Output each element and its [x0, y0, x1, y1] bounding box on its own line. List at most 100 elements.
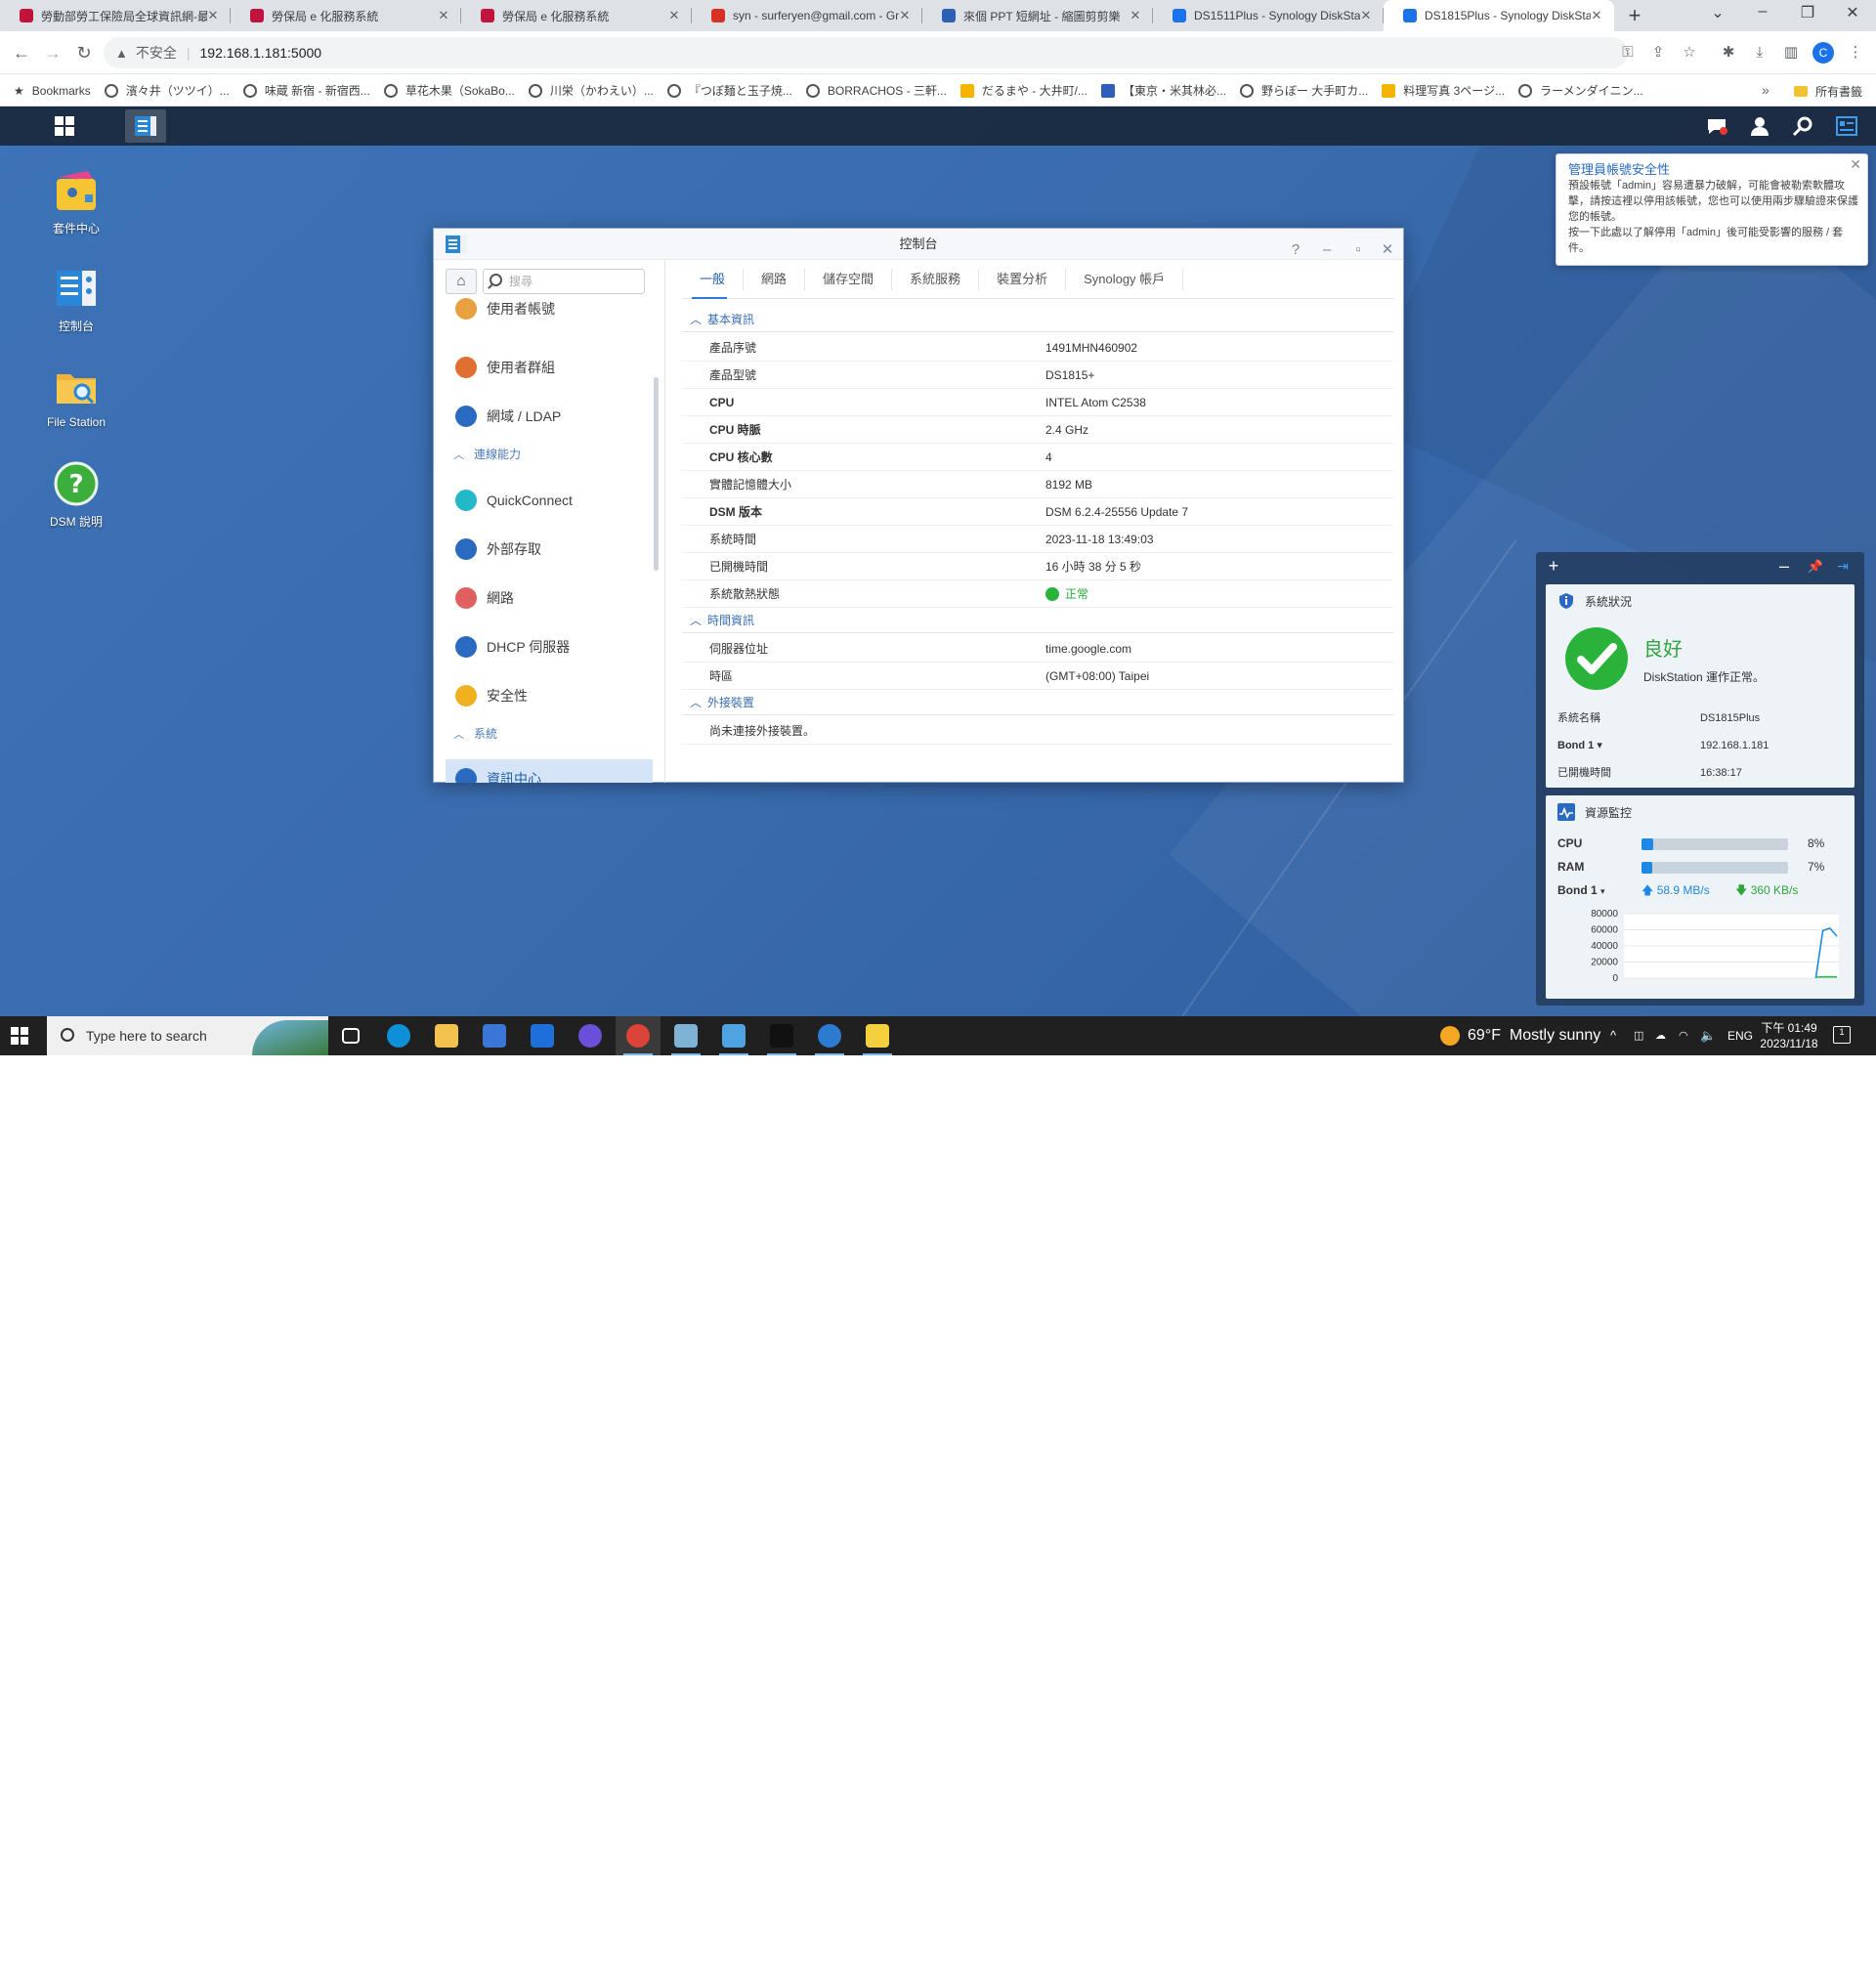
- browser-tab[interactable]: syn - surferyen@gmail.com - Gm ✕: [692, 0, 922, 31]
- main-menu-icon[interactable]: [47, 112, 82, 140]
- profile-avatar[interactable]: C: [1812, 42, 1834, 64]
- bookmark-item[interactable]: ★ Bookmarks: [14, 84, 91, 98]
- desktop-icon-file-station[interactable]: File Station: [29, 363, 123, 429]
- bookmark-item[interactable]: 【東京・米其林必...: [1100, 82, 1226, 99]
- tab-storage[interactable]: 儲存空間: [805, 268, 893, 290]
- extensions-icon[interactable]: ✱: [1718, 41, 1739, 64]
- desktop-icon-dsm-help[interactable]: ? DSM 說明: [29, 460, 123, 530]
- tab-close-icon[interactable]: ✕: [436, 8, 451, 23]
- browser-tab[interactable]: 勞保局 e 化服務系統 ✕: [231, 0, 461, 31]
- windows-start-icon[interactable]: [10, 1026, 29, 1046]
- bookmarks-overflow-button[interactable]: »: [1762, 82, 1769, 98]
- bookmark-item[interactable]: ラーメンダイニン...: [1518, 82, 1643, 99]
- bookmark-item[interactable]: 草花木果（SokaBo...: [383, 82, 515, 99]
- taskbar-app-button[interactable]: [711, 1016, 756, 1055]
- bookmark-item[interactable]: 『つぼ麺と玉子焼...: [666, 82, 792, 99]
- desktop-icon-package-center[interactable]: 套件中心: [29, 167, 123, 236]
- show-hidden-icons-chevron-icon[interactable]: ^: [1610, 1016, 1616, 1055]
- tab-synology-account[interactable]: Synology 帳戶: [1066, 268, 1184, 290]
- bookmark-item[interactable]: 濱々井（ツツイ）...: [104, 82, 230, 99]
- section-header[interactable]: ︿ 外接裝置: [682, 690, 1393, 715]
- bookmark-item[interactable]: だるまや - 大井町/...: [959, 82, 1087, 99]
- sidebar-item[interactable]: 外部存取: [446, 530, 653, 569]
- minimize-window-icon[interactable]: –: [1740, 3, 1785, 21]
- tab-close-icon[interactable]: ✕: [1128, 8, 1143, 23]
- sidebar-scrollbar[interactable]: [654, 377, 659, 571]
- onedrive-icon[interactable]: ☁: [1655, 1016, 1666, 1055]
- new-tab-button[interactable]: +: [1622, 3, 1647, 28]
- bookmark-item[interactable]: 野らぼー 大手町カ...: [1239, 82, 1368, 99]
- browser-tab[interactable]: DS1511Plus - Synology DiskStat ✕: [1153, 0, 1384, 31]
- warning-icon[interactable]: ▲: [115, 46, 128, 61]
- side-panel-icon[interactable]: ▥: [1780, 41, 1802, 64]
- tab-network[interactable]: 網路: [744, 268, 806, 290]
- admin-security-notification[interactable]: 管理員帳號安全性 ✕ 預設帳號「admin」容易遭暴力破解，可能會被勒索軟體攻擊…: [1556, 153, 1868, 266]
- desktop-icon-control-panel[interactable]: 控制台: [29, 265, 123, 334]
- tab-general[interactable]: 一般: [682, 268, 745, 290]
- tab-close-icon[interactable]: ✕: [897, 8, 913, 23]
- bookmark-item[interactable]: 味蔵 新宿 - 新宿西...: [242, 82, 370, 99]
- notification-chat-icon[interactable]: [1705, 114, 1728, 138]
- tab-close-icon[interactable]: ✕: [205, 8, 221, 23]
- sidebar-item[interactable]: DHCP 伺服器: [446, 627, 653, 666]
- reload-icon[interactable]: ↻: [72, 41, 96, 64]
- address-bar[interactable]: ▲ 不安全 | 192.168.1.181:5000: [104, 37, 1628, 68]
- bookmark-item[interactable]: 料理写真 3ページ...: [1382, 82, 1505, 99]
- minimize-icon[interactable]: –: [1774, 556, 1794, 577]
- taskbar-app-button[interactable]: [520, 1016, 565, 1055]
- sidebar-item[interactable]: 使用者帳號: [446, 289, 653, 328]
- wifi-icon[interactable]: ◠: [1679, 1016, 1688, 1055]
- taskbar-app-button[interactable]: [855, 1016, 900, 1055]
- network-interface-dropdown[interactable]: Bond 1 ▾: [1557, 883, 1605, 897]
- widgets-toggle-icon[interactable]: [1835, 114, 1858, 138]
- taskbar-app-button[interactable]: [376, 1016, 421, 1055]
- tab-close-icon[interactable]: ✕: [1589, 8, 1604, 23]
- sidebar-category[interactable]: ︿ 系統: [453, 725, 497, 742]
- taskbar-app-button[interactable]: [424, 1016, 469, 1055]
- user-options-icon[interactable]: [1748, 114, 1771, 138]
- taskbar-app-button[interactable]: [807, 1016, 852, 1055]
- browser-tab[interactable]: DS1815Plus - Synology DiskStat ✕: [1384, 0, 1614, 31]
- browser-tab[interactable]: 來個 PPT 短網址 - 縮圖剪剪樂 ✕: [922, 0, 1153, 31]
- tab-close-icon[interactable]: ✕: [666, 8, 682, 23]
- browser-tab[interactable]: 勞動部勞工保險局全球資訊網-最 ✕: [0, 0, 231, 31]
- notification-center-icon[interactable]: 1: [1833, 1026, 1851, 1044]
- tab-close-icon[interactable]: ✕: [1358, 8, 1374, 23]
- status-row[interactable]: Bond 1 ▾ 192.168.1.181: [1557, 733, 1843, 758]
- sidebar-item[interactable]: 使用者群組: [446, 348, 653, 387]
- close-icon[interactable]: ✕: [1850, 156, 1861, 173]
- pin-icon[interactable]: 📌: [1806, 559, 1825, 575]
- taskbar-app-button[interactable]: [328, 1016, 373, 1055]
- taskbar-app-button[interactable]: [616, 1016, 661, 1055]
- taskbar-app-button[interactable]: [663, 1016, 708, 1055]
- taskbar-app-button[interactable]: [472, 1016, 517, 1055]
- share-icon[interactable]: ⇪: [1647, 41, 1669, 64]
- input-language[interactable]: ENG: [1727, 1016, 1753, 1055]
- meet-now-icon[interactable]: ◫: [1634, 1016, 1643, 1055]
- taskbar-clock[interactable]: 下午 01:49 2023/11/18: [1755, 1020, 1823, 1051]
- download-icon[interactable]: ⤓: [1749, 41, 1770, 64]
- window-title-bar[interactable]: 控制台 ? – ▫ ✕: [434, 229, 1403, 260]
- dock-icon[interactable]: ⇥: [1833, 558, 1853, 575]
- browser-tab[interactable]: 勞保局 e 化服務系統 ✕: [461, 0, 692, 31]
- taskbar-app-button[interactable]: [568, 1016, 613, 1055]
- bookmark-item[interactable]: 川栄（かわえい）...: [528, 82, 654, 99]
- weather-widget[interactable]: 69°F Mostly sunny: [1440, 1016, 1600, 1055]
- tab-device-analytics[interactable]: 裝置分析: [979, 268, 1067, 290]
- bookmark-item[interactable]: BORRACHOS - 三軒...: [805, 82, 947, 99]
- back-icon[interactable]: ←: [10, 41, 33, 64]
- taskbar-control-panel-button[interactable]: [125, 109, 166, 143]
- tab-search-icon[interactable]: ⌄: [1695, 3, 1740, 22]
- section-header[interactable]: ︿ 時間資訊: [682, 608, 1393, 633]
- sidebar-item[interactable]: 網域 / LDAP: [446, 397, 653, 436]
- section-header[interactable]: ︿ 基本資訊: [682, 307, 1393, 332]
- sidebar-item[interactable]: QuickConnect: [446, 481, 653, 520]
- search-icon[interactable]: [1791, 114, 1814, 138]
- bookmark-star-icon[interactable]: ☆: [1679, 41, 1700, 64]
- add-widget-icon[interactable]: +: [1544, 556, 1563, 577]
- volume-icon[interactable]: 🔈: [1700, 1016, 1716, 1055]
- tab-services[interactable]: 系統服務: [892, 268, 980, 290]
- sidebar-category[interactable]: ︿ 連線能力: [453, 446, 521, 462]
- password-key-icon[interactable]: ⚿: [1617, 41, 1639, 64]
- sidebar-item[interactable]: 安全性: [446, 676, 653, 715]
